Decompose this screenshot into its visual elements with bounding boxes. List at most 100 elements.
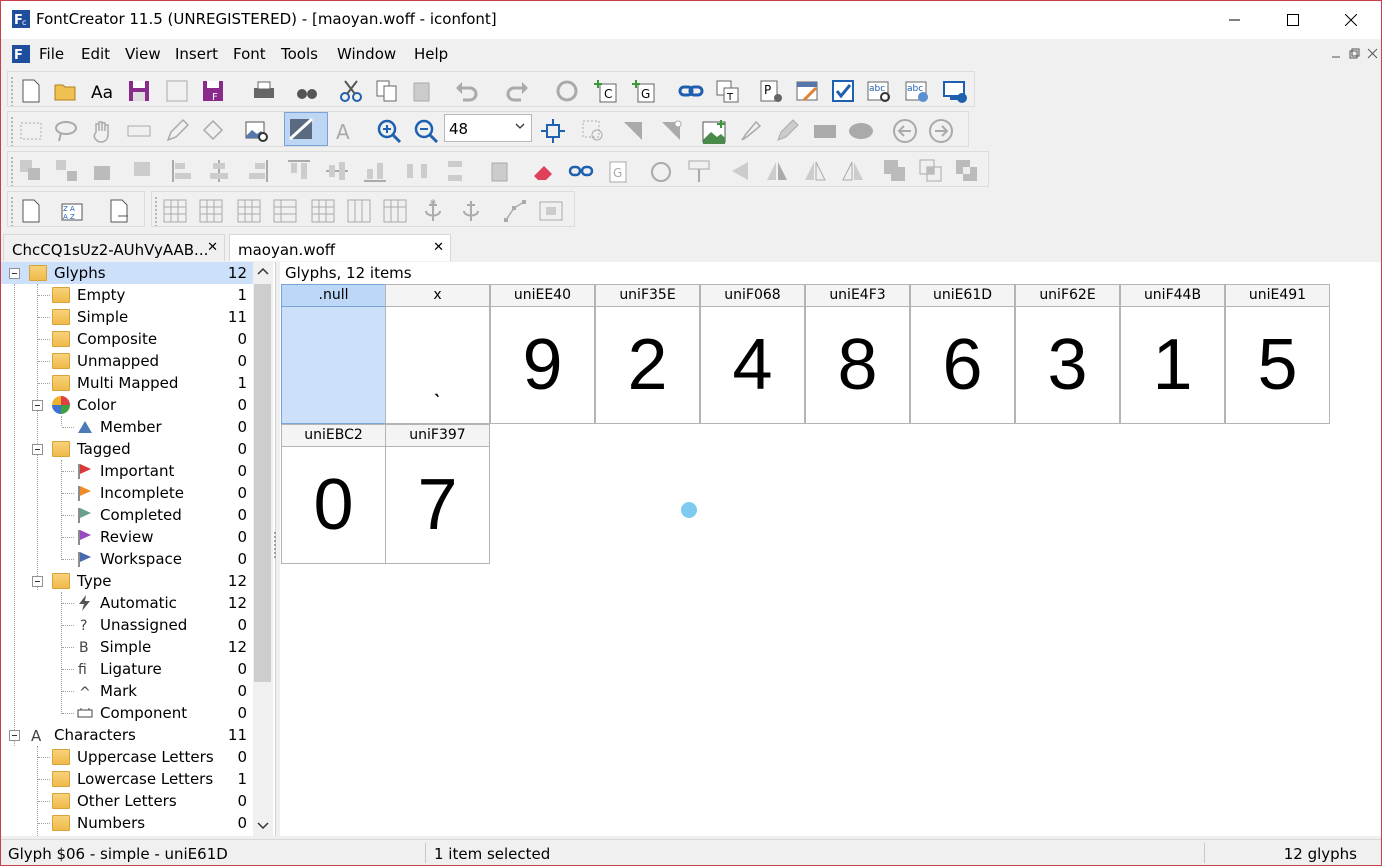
glyph-cell[interactable]: uniF35E 2 [595, 284, 700, 424]
tree-item-uppercase-letters[interactable]: Uppercase Letters 0 [1, 746, 253, 768]
tab-maoyan-woff[interactable]: maoyan.woff ✕ [229, 234, 451, 261]
flip-left-icon[interactable] [728, 158, 754, 184]
node-path-icon[interactable] [502, 198, 528, 224]
zoom-selection-icon[interactable] [580, 118, 606, 144]
paste-icon[interactable] [410, 78, 436, 104]
grid-settings-icon[interactable] [198, 198, 224, 224]
add-point-icon[interactable] [658, 118, 684, 144]
tab-close-icon[interactable]: ✕ [207, 240, 218, 255]
menu-insert[interactable]: Insert [175, 45, 218, 63]
intersect-icon[interactable] [918, 158, 944, 184]
anchor-add-icon[interactable] [458, 198, 484, 224]
metrics-icon[interactable] [272, 198, 298, 224]
bring-forward-icon[interactable] [92, 158, 118, 184]
menu-font[interactable]: Font [233, 45, 266, 63]
background-image-icon[interactable] [244, 118, 270, 144]
zoom-out-icon[interactable] [413, 118, 439, 144]
install-font-icon[interactable] [942, 78, 968, 104]
fill-bucket-icon[interactable] [200, 118, 226, 144]
refresh-icon[interactable] [554, 78, 580, 104]
collapse-icon[interactable] [32, 576, 43, 587]
scroll-down-icon[interactable] [257, 820, 269, 830]
font-properties-icon[interactable]: Aa [90, 78, 116, 104]
tree-item-other-letters[interactable]: Other Letters 0 [1, 790, 253, 812]
toolbar-grip[interactable] [10, 196, 14, 226]
flip-horizontal-icon[interactable] [764, 158, 790, 184]
tree-item-characters[interactable]: A Characters 11 [1, 724, 253, 746]
glyph-cell[interactable]: uniE4F3 8 [805, 284, 910, 424]
rotate-icon[interactable] [648, 158, 674, 184]
distribute-horizontal-icon[interactable] [404, 158, 430, 184]
zoom-level-select[interactable]: 48 [444, 114, 532, 142]
glyph-cell[interactable]: uniF068 4 [700, 284, 805, 424]
new-glyph-icon[interactable] [18, 198, 44, 224]
text-tool-icon[interactable]: T [714, 78, 740, 104]
tree-scrollbar-thumb[interactable] [254, 284, 271, 682]
cut-icon[interactable] [338, 78, 364, 104]
collapse-icon[interactable] [32, 444, 43, 455]
glyph-cell[interactable]: uniF62E 3 [1015, 284, 1120, 424]
glyph-cell[interactable]: uniEE40 9 [490, 284, 595, 424]
tree-item-automatic[interactable]: Automatic 12 [1, 592, 253, 614]
paste-special-icon[interactable] [488, 158, 514, 184]
tree-item-numbers[interactable]: Numbers 0 [1, 812, 253, 834]
insert-glyph-icon[interactable]: G [632, 78, 658, 104]
tree-item-workspace[interactable]: Workspace 0 [1, 548, 253, 570]
glyph-cell[interactable]: uniE61D 6 [910, 284, 1015, 424]
tree-item-lowercase-letters[interactable]: Lowercase Letters 1 [1, 768, 253, 790]
collapse-icon[interactable] [9, 268, 20, 279]
ellipse-tool-icon[interactable] [848, 118, 874, 144]
save-all-icon[interactable] [164, 78, 190, 104]
sort-icon[interactable]: Z AA Z [60, 198, 86, 224]
glyph-cell[interactable]: uniE491 5 [1225, 284, 1330, 424]
mdi-close-icon[interactable] [1367, 48, 1379, 60]
tree-item-review[interactable]: Review 0 [1, 526, 253, 548]
tab-close-icon[interactable]: ✕ [433, 240, 444, 255]
next-glyph-icon[interactable] [928, 118, 954, 144]
glyph-cell[interactable]: .null [281, 284, 386, 424]
glyph-cell[interactable]: uniF44B 1 [1120, 284, 1225, 424]
grid-icon[interactable] [162, 198, 188, 224]
guidelines-icon[interactable] [236, 198, 262, 224]
send-backward-icon[interactable] [128, 158, 154, 184]
toolbar-grip[interactable] [10, 76, 14, 106]
menu-view[interactable]: View [125, 45, 161, 63]
collapse-icon[interactable] [32, 400, 43, 411]
distribute-vertical-icon[interactable] [442, 158, 468, 184]
save-as-icon[interactable]: F [200, 78, 226, 104]
select-rectangle-icon[interactable] [18, 118, 44, 144]
splitter-handle[interactable] [273, 531, 277, 559]
menu-edit[interactable]: Edit [81, 45, 110, 63]
glyph-frame-icon[interactable] [538, 198, 564, 224]
minimize-button[interactable] [1206, 1, 1264, 39]
tree-item-unassigned[interactable]: ? Unassigned 0 [1, 614, 253, 636]
hand-pan-icon[interactable] [90, 118, 116, 144]
glyph-cell[interactable]: uniEBC2 0 [281, 424, 386, 564]
find-binoculars-icon[interactable] [294, 78, 320, 104]
tree-item-important[interactable]: Important 0 [1, 460, 253, 482]
align-bottom-icon[interactable] [362, 158, 388, 184]
tree-item-unmapped[interactable]: Unmapped 0 [1, 350, 253, 372]
anchor-icon[interactable] [420, 198, 446, 224]
pencil-icon[interactable] [164, 118, 190, 144]
brush-icon[interactable] [738, 118, 764, 144]
skew-right-icon[interactable] [840, 158, 866, 184]
open-folder-icon[interactable] [53, 78, 79, 104]
preview-settings-icon[interactable]: P [758, 78, 784, 104]
print-icon[interactable] [251, 78, 277, 104]
eraser-icon[interactable] [530, 158, 556, 184]
save-icon[interactable] [126, 78, 152, 104]
close-button[interactable] [1322, 1, 1380, 39]
tree-item-type[interactable]: Type 12 [1, 570, 253, 592]
tree-item-multi-mapped[interactable]: Multi Mapped 1 [1, 372, 253, 394]
tab-chccq1suz2[interactable]: ChcCQ1sUz2-AUhVyAAB... ✕ [3, 234, 225, 261]
align-middle-icon[interactable] [324, 158, 350, 184]
tree-item-mark[interactable]: ^ Mark 0 [1, 680, 253, 702]
menu-file[interactable]: File [39, 45, 64, 63]
tree-item-tagged[interactable]: Tagged 0 [1, 438, 253, 460]
glyph-cell[interactable]: xˎ [385, 284, 490, 424]
collapse-icon[interactable] [9, 730, 20, 741]
group-icon[interactable] [18, 158, 44, 184]
toolbar-grip[interactable] [10, 156, 14, 186]
new-file-icon[interactable] [18, 78, 44, 104]
